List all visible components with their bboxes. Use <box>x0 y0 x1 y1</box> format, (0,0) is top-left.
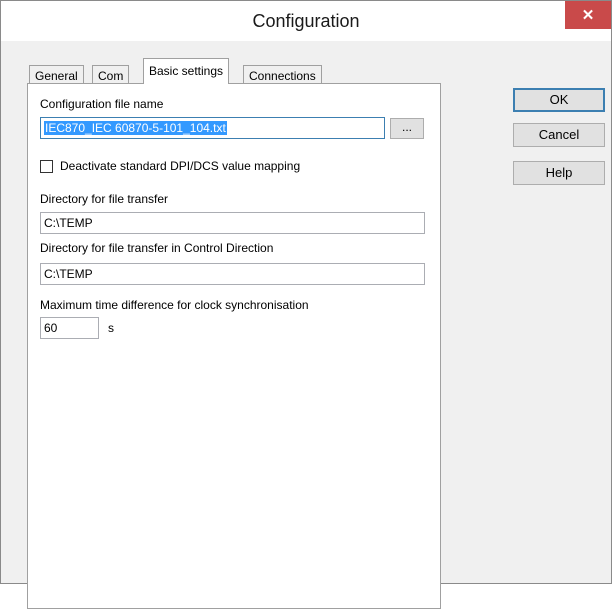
deactivate-mapping-checkbox[interactable] <box>40 160 53 173</box>
config-file-label: Configuration file name <box>40 97 164 111</box>
close-icon: ✕ <box>581 7 595 24</box>
tab-general[interactable]: General <box>29 65 84 85</box>
tab-com[interactable]: Com <box>92 65 130 85</box>
basic-settings-panel: Configuration file name IEC870_IEC 60870… <box>27 83 441 609</box>
max-time-unit: s <box>108 321 114 335</box>
help-button[interactable]: Help <box>513 161 605 185</box>
title-bar: Configuration ✕ <box>1 1 611 41</box>
browse-button[interactable]: ... <box>390 118 424 139</box>
window-title: Configuration <box>252 11 360 31</box>
tab-basic-settings[interactable]: Basic settings <box>143 58 230 84</box>
deactivate-mapping-label: Deactivate standard DPI/DCS value mappin… <box>60 159 301 173</box>
control-dir-label: Directory for file transfer in Control D… <box>40 241 274 255</box>
file-transfer-dir-label: Directory for file transfer <box>40 192 169 206</box>
config-file-input[interactable]: IEC870_IEC 60870-5-101_104.txt <box>40 117 385 139</box>
tab-connections[interactable]: Connections <box>243 65 322 85</box>
config-file-value: IEC870_IEC 60870-5-101_104.txt <box>44 121 227 135</box>
cancel-button[interactable]: Cancel <box>513 123 605 147</box>
max-time-input[interactable]: 60 <box>40 317 99 339</box>
file-transfer-dir-input[interactable]: C:\TEMP <box>40 212 425 234</box>
control-dir-input[interactable]: C:\TEMP <box>40 263 425 285</box>
max-time-label: Maximum time difference for clock synchr… <box>40 298 309 312</box>
configuration-dialog: Configuration ✕ General Com Basic settin… <box>0 0 612 609</box>
close-button[interactable]: ✕ <box>565 1 611 29</box>
dialog-client: General Com Basic settings Connections C… <box>9 41 605 609</box>
ok-button[interactable]: OK <box>513 88 605 112</box>
